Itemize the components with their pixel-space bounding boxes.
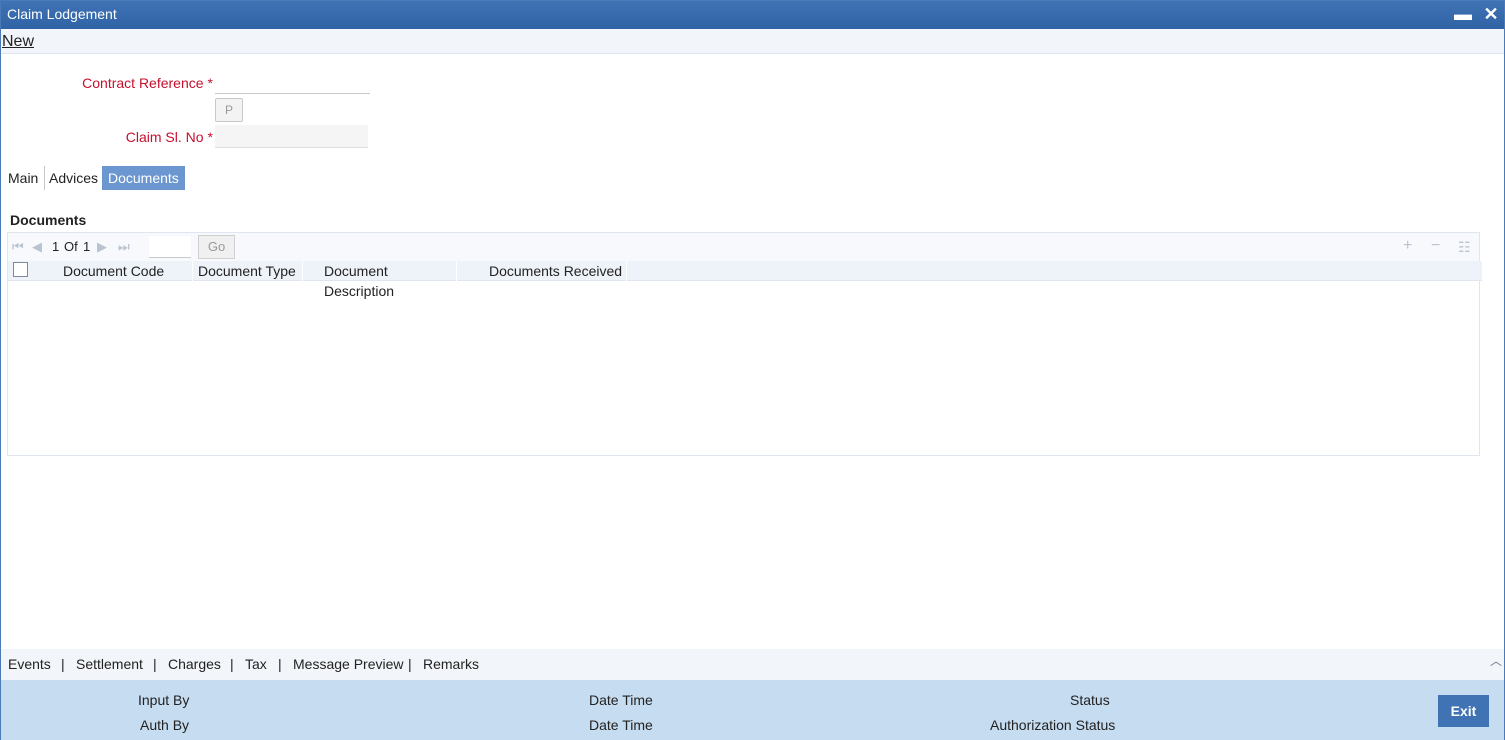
contract-reference-label-text: Contract Reference — [82, 75, 204, 91]
bottom-link-bar: Events | Settlement | Charges | Tax | Me… — [1, 649, 1504, 680]
column-document-code[interactable]: Document Code — [36, 261, 193, 281]
input-by-label: Input By — [138, 692, 190, 708]
delete-row-icon[interactable]: − — [1431, 237, 1440, 255]
contract-reference-label: Contract Reference * — [61, 75, 213, 91]
column-documents-received[interactable]: Documents Received — [457, 261, 627, 281]
input-date-time-label: Date Time — [589, 692, 653, 708]
tab-documents[interactable]: Documents — [102, 166, 185, 190]
link-separator: | — [61, 656, 65, 672]
documents-section-title: Documents — [10, 212, 87, 228]
current-page: 1 — [52, 239, 60, 254]
of-label: Of — [64, 239, 78, 254]
claim-sl-no-input[interactable] — [215, 125, 368, 148]
link-separator: | — [408, 656, 412, 672]
claim-sl-no-label: Claim Sl. No * — [61, 129, 213, 145]
link-separator: | — [278, 656, 282, 672]
last-page-icon[interactable]: ⏭ — [118, 239, 130, 255]
required-marker: * — [207, 75, 213, 91]
remarks-link[interactable]: Remarks — [423, 656, 479, 672]
events-link[interactable]: Events — [8, 656, 51, 672]
column-document-type[interactable]: Document Type — [193, 261, 303, 281]
menu-bar: New — [1, 29, 1504, 54]
contract-reference-input[interactable] — [215, 71, 370, 94]
link-separator: | — [230, 656, 234, 672]
tab-advices[interactable]: Advices — [43, 166, 106, 190]
go-button[interactable]: Go — [198, 235, 235, 259]
required-marker: * — [207, 129, 213, 145]
link-separator: | — [153, 656, 157, 672]
claim-lodgement-window: Claim Lodgement ▬ ✕ New Contract Referen… — [0, 0, 1505, 740]
auth-by-label: Auth By — [140, 717, 190, 733]
documents-grid: ⏮ ◀ 1 Of 1 ▶ ⏭ Go + − ☷ Document Code Do… — [7, 232, 1482, 456]
next-page-icon[interactable]: ▶ — [97, 239, 107, 255]
total-pages: 1 — [83, 239, 91, 254]
first-page-icon[interactable]: ⏮ — [12, 239, 24, 255]
tab-main[interactable]: Main — [2, 166, 46, 190]
tax-link[interactable]: Tax — [245, 656, 267, 672]
column-document-description[interactable]: Document Description — [303, 261, 457, 299]
scroll-up-icon[interactable]: ︿ — [1490, 652, 1502, 669]
prev-page-icon[interactable]: ◀ — [32, 239, 42, 255]
grid-toolbar: ⏮ ◀ 1 Of 1 ▶ ⏭ Go + − ☷ — [8, 233, 1479, 261]
authorization-status-label: Authorization Status — [990, 717, 1116, 733]
single-view-icon[interactable]: ☷ — [1458, 239, 1471, 256]
new-link[interactable]: New — [2, 33, 34, 51]
charges-link[interactable]: Charges — [168, 656, 221, 672]
settlement-link[interactable]: Settlement — [76, 656, 143, 672]
populate-button[interactable]: P — [215, 98, 243, 122]
status-label: Status — [1070, 692, 1110, 708]
title-bar: Claim Lodgement ▬ ✕ — [1, 1, 1504, 29]
minimize-icon[interactable]: ▬ — [1452, 3, 1474, 25]
add-row-icon[interactable]: + — [1403, 237, 1412, 255]
claim-sl-no-label-text: Claim Sl. No — [125, 129, 204, 145]
audit-footer: Input By Auth By Date Time Date Time Sta… — [1, 680, 1504, 740]
page-number-input[interactable] — [149, 236, 191, 258]
grid-header: Document Code Document Type Document Des… — [8, 261, 1482, 299]
message-preview-link[interactable]: Message Preview — [293, 656, 404, 672]
window-title: Claim Lodgement — [7, 6, 117, 22]
exit-button[interactable]: Exit — [1438, 695, 1489, 727]
close-icon[interactable]: ✕ — [1480, 3, 1502, 25]
auth-date-time-label: Date Time — [589, 717, 653, 733]
select-all-checkbox[interactable] — [13, 262, 28, 277]
